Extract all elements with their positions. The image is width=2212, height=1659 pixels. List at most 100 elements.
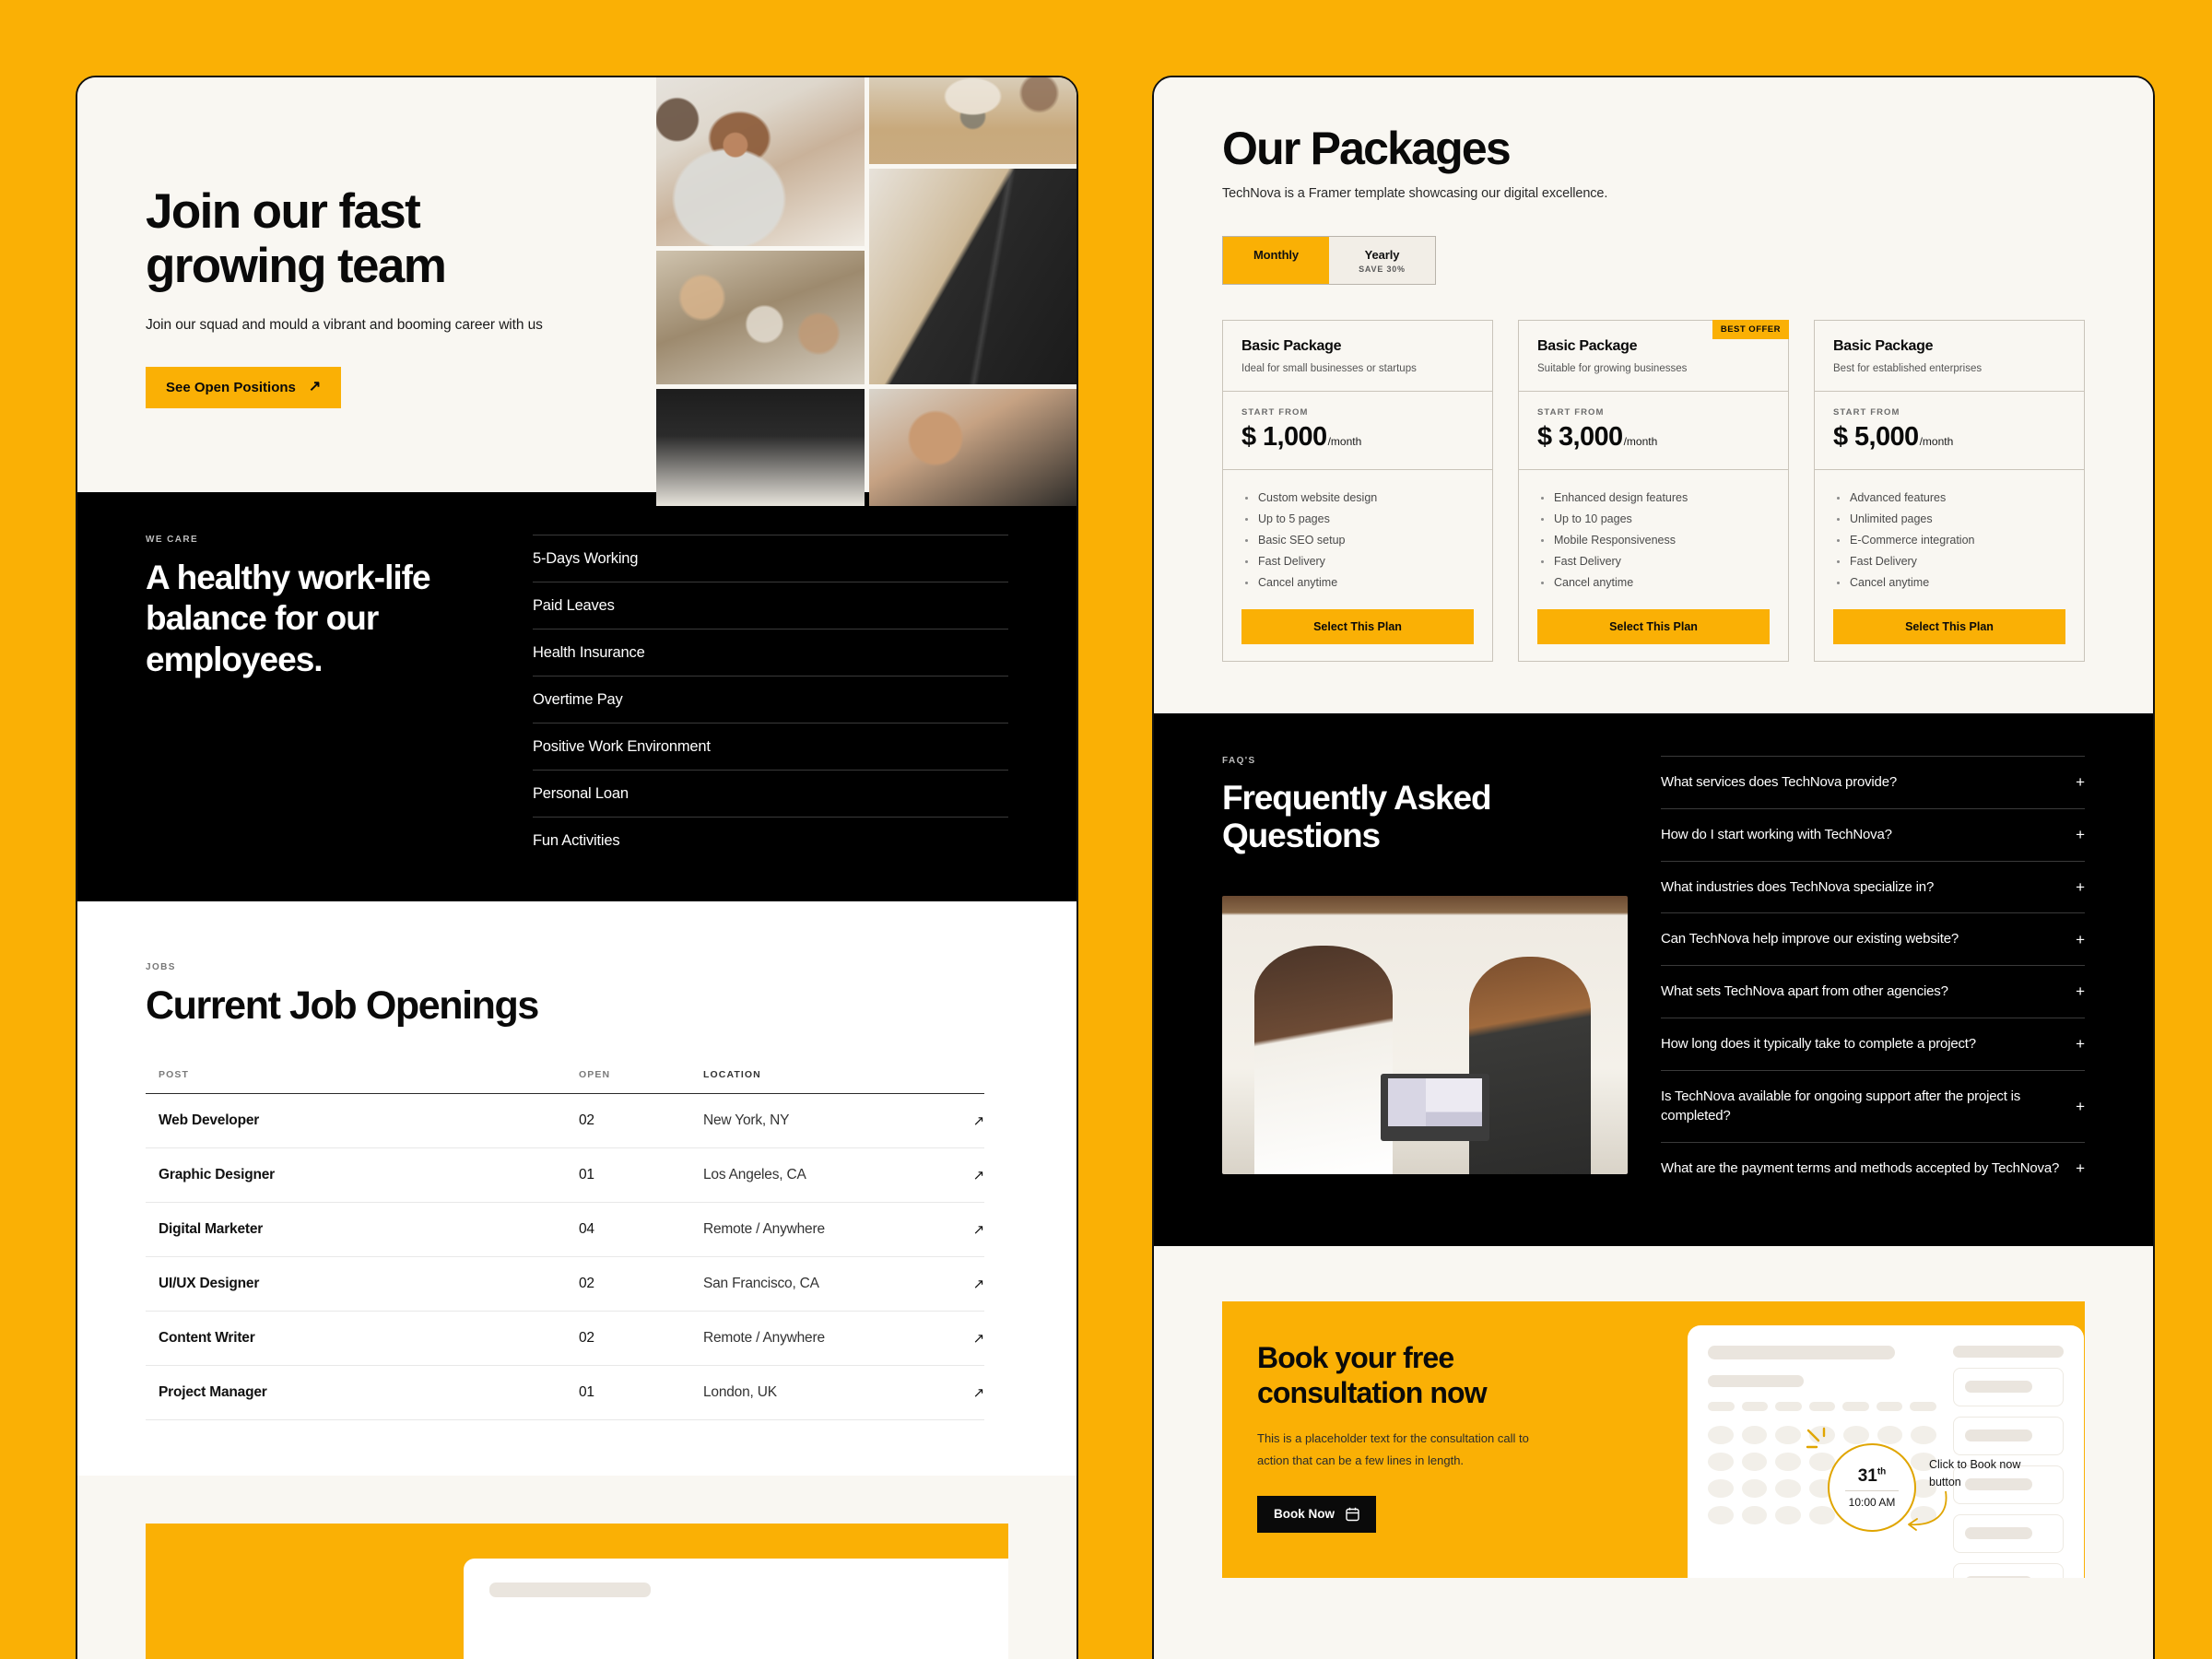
pricing-card-premium[interactable]: Basic Package Best for established enter… bbox=[1814, 320, 2085, 662]
toggle-yearly[interactable]: Yearly SAVE 30% bbox=[1329, 237, 1435, 284]
calendar-day[interactable] bbox=[1708, 1478, 1734, 1498]
benefit-item[interactable]: 5-Days Working bbox=[533, 535, 1008, 582]
feature-list: Custom website design Up to 5 pages Basi… bbox=[1241, 487, 1474, 593]
table-header-row: POST OPEN LOCATION bbox=[146, 1068, 984, 1094]
feature-list: Advanced features Unlimited pages E-Comm… bbox=[1833, 487, 2065, 593]
calendar-day[interactable] bbox=[1708, 1452, 1734, 1471]
feature-item: E-Commerce integration bbox=[1833, 529, 2065, 550]
benefit-item[interactable]: Positive Work Environment bbox=[533, 723, 1008, 770]
calendar-day[interactable] bbox=[1842, 1425, 1869, 1444]
plus-icon[interactable]: + bbox=[2076, 827, 2085, 842]
plus-icon[interactable]: + bbox=[2076, 983, 2085, 999]
select-plan-button[interactable]: Select This Plan bbox=[1537, 609, 1770, 644]
arrow-up-right-icon[interactable]: ↗ bbox=[943, 1311, 984, 1366]
jobs-section: JOBS Current Job Openings POST OPEN LOCA… bbox=[77, 900, 1077, 1476]
plus-icon[interactable]: + bbox=[2076, 879, 2085, 895]
billing-period-toggle[interactable]: Monthly Yearly SAVE 30% bbox=[1222, 236, 1436, 285]
arrow-up-right-icon[interactable]: ↗ bbox=[943, 1093, 984, 1148]
calendar-day[interactable] bbox=[1911, 1425, 1936, 1444]
book-now-button[interactable]: Book Now bbox=[1257, 1495, 1376, 1533]
arrow-up-right-icon[interactable]: ↗ bbox=[943, 1256, 984, 1312]
table-row[interactable]: Graphic Designer 01 Los Angeles, CA ↗ bbox=[146, 1147, 984, 1203]
screenshot-stage: Join our fast growing team Join our squa… bbox=[0, 0, 2212, 1659]
table-row[interactable]: UI/UX Designer 02 San Francisco, CA ↗ bbox=[146, 1256, 984, 1312]
price-label: START FROM bbox=[1833, 407, 1900, 418]
table-row[interactable]: Content Writer 02 Remote / Anywhere ↗ bbox=[146, 1311, 984, 1366]
job-open: 01 bbox=[579, 1365, 703, 1420]
booking-cta-section: Book your free consultation now This is … bbox=[1154, 1245, 2153, 1578]
skeleton-bar bbox=[1965, 1429, 2033, 1441]
job-post: Project Manager bbox=[146, 1365, 579, 1420]
calendar-day[interactable] bbox=[1741, 1505, 1768, 1524]
calendar-day[interactable] bbox=[1775, 1425, 1802, 1444]
calendar-day[interactable] bbox=[1775, 1505, 1802, 1524]
card-body: Advanced features Unlimited pages E-Comm… bbox=[1815, 470, 2084, 661]
benefit-item[interactable]: Paid Leaves bbox=[533, 582, 1008, 629]
time-slot[interactable] bbox=[1953, 1367, 2064, 1406]
job-post: Graphic Designer bbox=[146, 1147, 579, 1203]
plus-icon[interactable]: + bbox=[2076, 932, 2085, 947]
weekday-chip bbox=[1741, 1401, 1769, 1411]
pricing-card-basic[interactable]: Basic Package Ideal for small businesses… bbox=[1222, 320, 1493, 662]
faq-accordion-item[interactable]: What are the payment terms and methods a… bbox=[1661, 1142, 2085, 1194]
job-post: Web Developer bbox=[146, 1093, 579, 1148]
jobs-eyebrow: JOBS bbox=[146, 961, 176, 972]
weekday-row bbox=[1708, 1401, 1937, 1411]
arrow-up-right-icon[interactable]: ↗ bbox=[943, 1202, 984, 1257]
benefits-eyebrow: WE CARE bbox=[146, 535, 199, 545]
calendar-day[interactable] bbox=[1775, 1478, 1802, 1498]
pricing-card-standard[interactable]: BEST OFFER Basic Package Suitable for gr… bbox=[1518, 320, 1789, 662]
time-slot[interactable] bbox=[1953, 1562, 2064, 1578]
benefit-item[interactable]: Health Insurance bbox=[533, 629, 1008, 676]
plus-icon[interactable]: + bbox=[2076, 1099, 2085, 1114]
arrow-up-right-icon: ↗ bbox=[308, 379, 322, 395]
plus-icon[interactable]: + bbox=[2076, 774, 2085, 790]
faq-accordion-item[interactable]: What sets TechNova apart from other agen… bbox=[1661, 965, 2085, 1018]
job-post: Digital Marketer bbox=[146, 1202, 579, 1257]
time-slot[interactable] bbox=[1953, 1513, 2064, 1553]
toggle-monthly[interactable]: Monthly bbox=[1223, 237, 1329, 284]
faq-question: What are the payment terms and methods a… bbox=[1661, 1160, 2060, 1176]
job-post: UI/UX Designer bbox=[146, 1256, 579, 1312]
plus-icon[interactable]: + bbox=[2076, 1160, 2085, 1176]
benefit-item[interactable]: Personal Loan bbox=[533, 770, 1008, 817]
calendar-day[interactable] bbox=[1741, 1425, 1768, 1444]
faq-accordion: What services does TechNova provide? + H… bbox=[1661, 756, 2085, 1194]
time-slot[interactable] bbox=[1953, 1416, 2064, 1455]
select-plan-button[interactable]: Select This Plan bbox=[1241, 609, 1474, 644]
weekday-chip bbox=[1842, 1401, 1869, 1411]
faq-accordion-item[interactable]: Can TechNova help improve our existing w… bbox=[1661, 912, 2085, 965]
weekday-chip bbox=[1808, 1401, 1836, 1411]
photo-team-laptop-table bbox=[868, 77, 1077, 164]
table-row[interactable]: Project Manager 01 London, UK ↗ bbox=[146, 1365, 984, 1420]
faq-accordion-item[interactable]: What industries does TechNova specialize… bbox=[1661, 860, 2085, 913]
hero-subtitle: Join our squad and mould a vibrant and b… bbox=[146, 316, 543, 333]
calendar-day[interactable] bbox=[1775, 1452, 1802, 1471]
see-open-positions-button[interactable]: See Open Positions ↗ bbox=[146, 366, 342, 408]
toggle-yearly-note: SAVE 30% bbox=[1359, 265, 1406, 274]
plus-icon[interactable]: + bbox=[2076, 1036, 2085, 1052]
arrow-up-right-icon[interactable]: ↗ bbox=[943, 1147, 984, 1203]
weekday-chip bbox=[1775, 1401, 1802, 1411]
faq-accordion-item[interactable]: How long does it typically take to compl… bbox=[1661, 1017, 2085, 1070]
calendar-day[interactable] bbox=[1877, 1425, 1903, 1444]
price-period: /month bbox=[1623, 435, 1658, 448]
calendar-day[interactable] bbox=[1741, 1478, 1768, 1498]
calendar-day[interactable] bbox=[1708, 1425, 1734, 1444]
select-plan-button[interactable]: Select This Plan bbox=[1833, 609, 2065, 644]
faq-accordion-item[interactable]: How do I start working with TechNova? + bbox=[1661, 807, 2085, 861]
faq-accordion-item[interactable]: Is TechNova available for ongoing suppor… bbox=[1661, 1069, 2085, 1143]
price-amount: $ 1,000 bbox=[1241, 422, 1327, 452]
feature-item: Up to 5 pages bbox=[1241, 508, 1474, 529]
arrow-up-right-icon[interactable]: ↗ bbox=[943, 1365, 984, 1420]
calendar-day[interactable] bbox=[1741, 1452, 1768, 1471]
table-row[interactable]: Digital Marketer 04 Remote / Anywhere ↗ bbox=[146, 1202, 984, 1257]
calendar-day[interactable] bbox=[1708, 1505, 1734, 1524]
benefit-item[interactable]: Overtime Pay bbox=[533, 676, 1008, 723]
benefits-heading-block: WE CARE A healthy work-life balance for … bbox=[146, 535, 505, 853]
benefit-item[interactable]: Fun Activities bbox=[533, 817, 1008, 853]
table-row[interactable]: Web Developer 02 New York, NY ↗ bbox=[146, 1093, 984, 1148]
calendar-day[interactable] bbox=[1809, 1505, 1835, 1524]
card-price-block: START FROM $ 1,000 /month bbox=[1223, 392, 1492, 470]
faq-accordion-item[interactable]: What services does TechNova provide? + bbox=[1661, 756, 2085, 808]
